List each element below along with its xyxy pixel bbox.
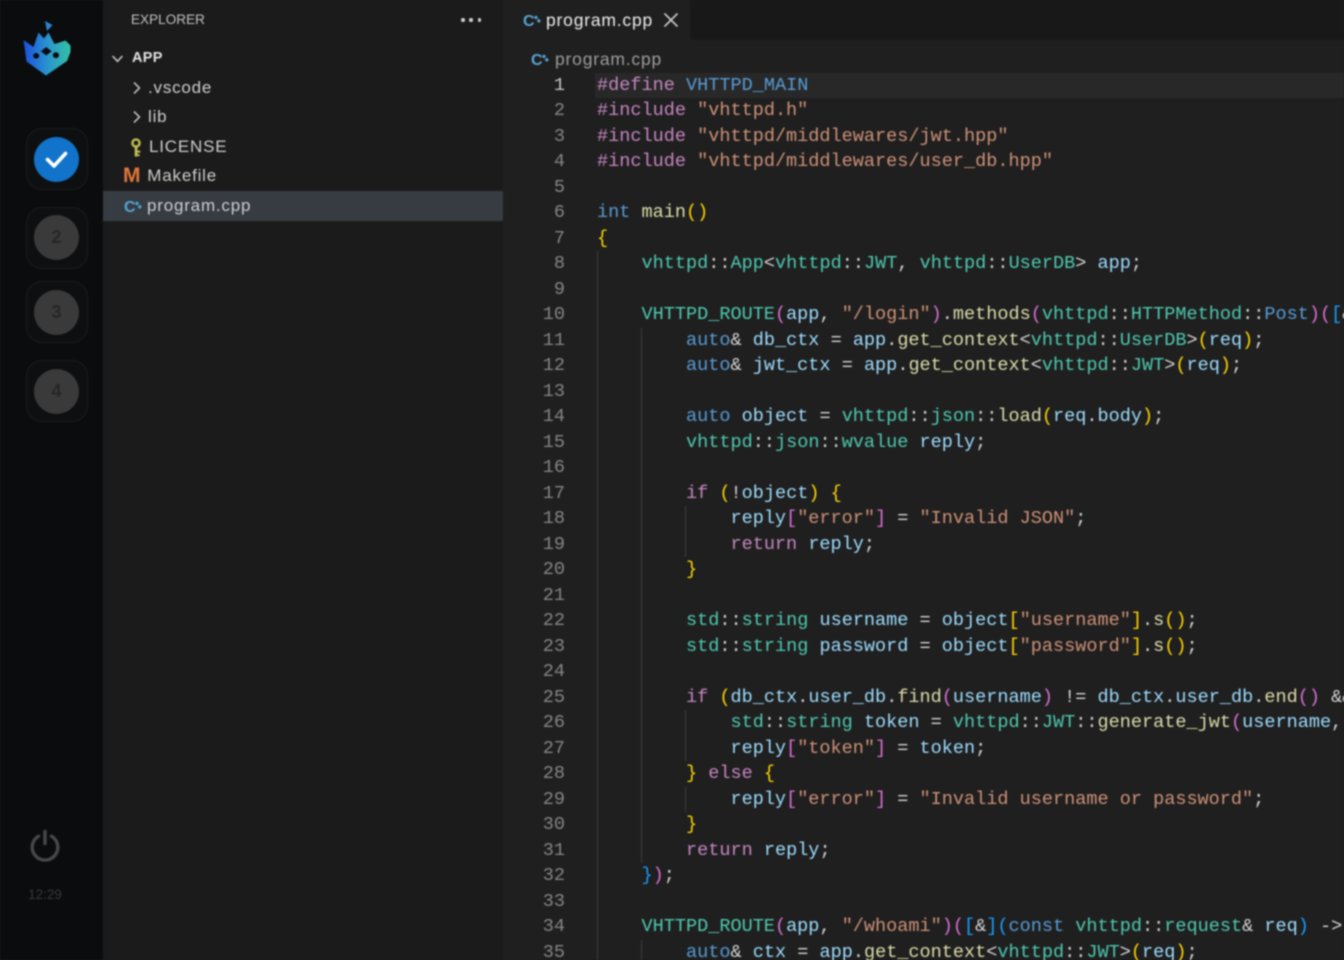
svg-text:C: C	[531, 52, 543, 68]
svg-text:C: C	[124, 199, 136, 215]
svg-text:C: C	[523, 13, 535, 29]
